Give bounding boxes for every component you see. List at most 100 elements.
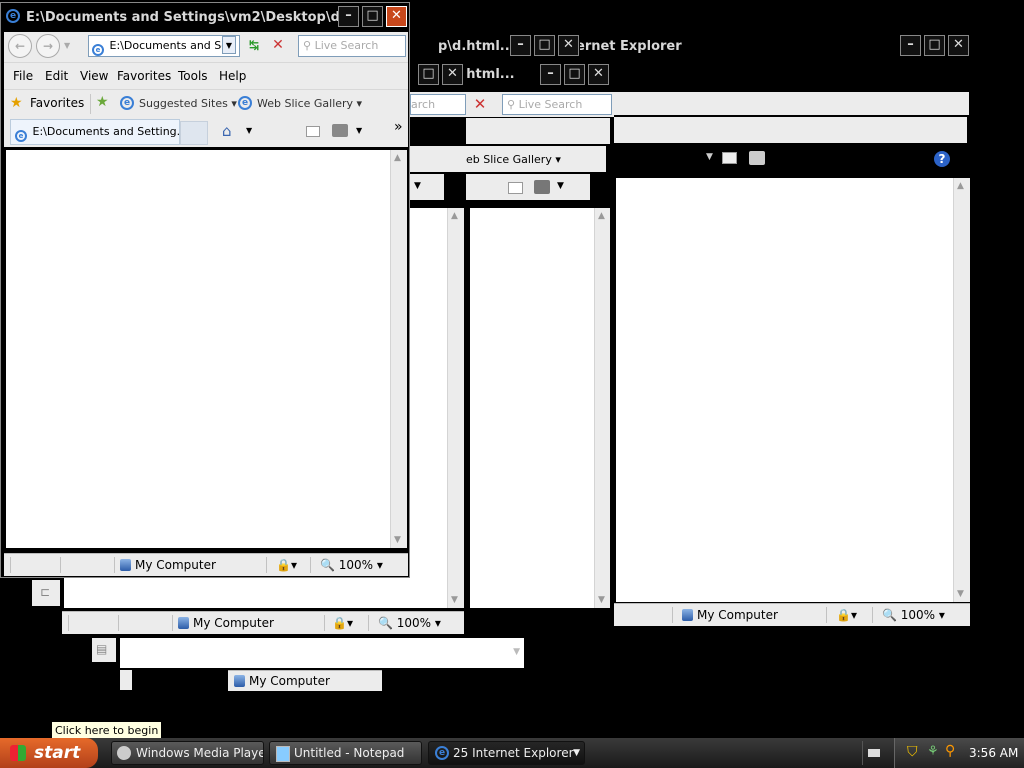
mail-icon[interactable] [306,126,320,137]
refresh-button[interactable]: ↹ [244,36,264,54]
menu-tools[interactable]: Tools [178,69,208,83]
stop-button[interactable]: ✕ [268,36,288,54]
mail-icon[interactable] [722,152,737,164]
help-icon[interactable]: ? [934,151,950,167]
window-main-minimize-button[interactable]: – [338,6,359,27]
window-main-maximize-button[interactable]: □ [362,6,383,27]
suggested-sites-icon: e [120,96,134,110]
window-4-maximize-button[interactable]: □ [924,35,945,56]
favorites-button[interactable]: Favorites [30,96,84,110]
suggested-sites-link[interactable]: Suggested Sites ▾ [139,97,237,110]
menu-help[interactable]: Help [219,69,246,83]
add-favorite-icon[interactable]: ★ [96,94,109,110]
window-2b-close-button[interactable]: ✕ [442,64,463,85]
mail-icon[interactable] [508,182,523,194]
tab-bar: e E:\Documents and Setting... ⌂ ▼ ▼ » [4,117,408,147]
print-dropdown-icon[interactable]: ▼ [356,126,362,135]
desktop: { "window_main": { "title": "E:\\Documen… [0,0,1024,768]
search-tray-icon[interactable]: ⚲ [945,743,955,759]
window-2-minimize-button[interactable]: – [510,35,531,56]
dropdown-arrow-icon[interactable]: ▼ [706,152,713,162]
window-main-address-bar: ← → ▼ e E:\Documents and Set ▼ ↹ ✕ ⚲ Liv… [4,32,408,62]
new-tab-button[interactable] [180,121,208,145]
group-dropdown-icon: ▼ [573,748,580,758]
window-2-scrollbar[interactable]: ▲ ▼ [447,208,464,608]
window-3-close-button[interactable]: ✕ [588,64,609,85]
window-main-close-button[interactable]: ✕ [386,6,407,27]
menu-file[interactable]: File [13,69,33,83]
window-4-titlebar[interactable]: ernet Explorer – □ ✕ [560,33,973,59]
clock[interactable]: 3:56 AM [969,746,1018,760]
dropdown-arrow-icon[interactable]: ▼ [557,181,564,191]
search-input[interactable]: ⚲ Live Search [298,35,406,57]
window-3-maximize-button[interactable]: □ [564,64,585,85]
stop-icon[interactable]: ✕ [470,94,490,114]
window-4-zoom[interactable]: 🔍 100% ▾ [882,608,945,622]
media-player-icon [117,746,131,760]
window-3-scrollbar[interactable]: ▲ ▼ [594,208,610,608]
window-5-statusbar: My Computer [228,670,382,691]
window-2-search-input[interactable]: arch [410,94,466,115]
window-5-page-icon: ▤ [92,638,116,662]
tab-current[interactable]: e E:\Documents and Setting... [10,119,180,145]
dropdown-arrow-icon[interactable]: ▼ [414,181,421,191]
window-2-command-bar [410,146,466,172]
taskbar-item-internet-explorer[interactable]: e 25 Internet Explorer ▼ [428,741,585,765]
taskbar-item-notepad[interactable]: Untitled - Notepad [269,741,422,765]
page-icon: ▤ [96,642,108,656]
window-3-content [470,208,594,608]
address-dropdown-button[interactable]: ▼ [222,36,236,54]
ie-page-icon: e [15,130,27,142]
page-icon: ⊏ [40,585,51,599]
print-icon[interactable] [749,151,765,165]
network-icon[interactable]: ⚘ [927,744,939,759]
web-slice-icon: e [238,96,252,110]
language-bar[interactable] [862,741,885,765]
print-icon[interactable] [332,124,348,137]
ie-icon: e [6,9,20,23]
forward-button[interactable]: → [36,34,60,58]
computer-icon [234,675,245,687]
protected-mode-icon[interactable]: 🔒▾ [276,558,297,572]
window-main-titlebar[interactable]: e E:\Documents and Settings\vm2\Desktop\… [2,4,408,30]
menu-view[interactable]: View [80,69,108,83]
print-icon[interactable] [534,180,550,194]
window-main-title: E:\Documents and Settings\vm2\Desktop\d.… [26,10,340,25]
window-3-address-bar: ✕ ⚲ Live Search [466,92,614,117]
window-4-scrollbar[interactable]: ▲ ▼ [953,178,970,602]
scroll-down-icon[interactable]: ▼ [513,647,520,657]
taskbar-item-media-player[interactable]: Windows Media Playe... [111,741,264,765]
home-icon[interactable]: ⌂ [222,122,232,140]
zoom-control[interactable]: 🔍 100% ▾ [320,558,383,572]
web-slice-gallery-link[interactable]: Web Slice Gallery ▾ [257,97,362,110]
security-shield-icon[interactable]: ⛉ [907,744,918,760]
history-dropdown-icon[interactable]: ▼ [64,41,70,50]
protected-mode-icon[interactable]: 🔒▾ [332,616,353,630]
window-4-address-area [614,92,969,115]
vertical-scrollbar[interactable]: ▲ ▼ [390,150,407,548]
window-2-close-button[interactable]: ✕ [558,35,579,56]
window-4-close-button[interactable]: ✕ [948,35,969,56]
back-button[interactable]: ← [8,34,32,58]
window-2-statusbar: My Computer 🔒▾ 🔍 100% ▾ [62,611,464,634]
window-3-minimize-button[interactable]: – [540,64,561,85]
home-dropdown-icon[interactable]: ▼ [246,126,252,135]
security-zone: My Computer [120,558,216,572]
window-3-search-input[interactable]: ⚲ Live Search [502,94,612,115]
more-tools-icon[interactable]: » [394,119,403,135]
window-2-address-bar: arch [410,92,466,117]
keyboard-icon [868,749,880,757]
window-2-zoom[interactable]: 🔍 100% ▾ [378,616,441,630]
address-input[interactable]: e E:\Documents and Set [88,35,240,57]
favorites-star-icon: ★ [10,95,23,111]
menu-bar: File Edit View Favorites Tools Help [4,62,408,89]
menu-edit[interactable]: Edit [45,69,68,83]
start-button[interactable]: start [0,738,98,768]
window-4-minimize-button[interactable]: – [900,35,921,56]
window-2-titlebar[interactable]: p\d.html... – □ ✕ [408,33,580,59]
window-2b-maximize-button[interactable]: □ [418,64,439,85]
protected-mode-icon[interactable]: 🔒▾ [836,608,857,622]
window-2-maximize-button[interactable]: □ [534,35,555,56]
window-3-web-slice-gallery[interactable]: eb Slice Gallery [466,153,552,166]
menu-favorites[interactable]: Favorites [117,69,171,83]
